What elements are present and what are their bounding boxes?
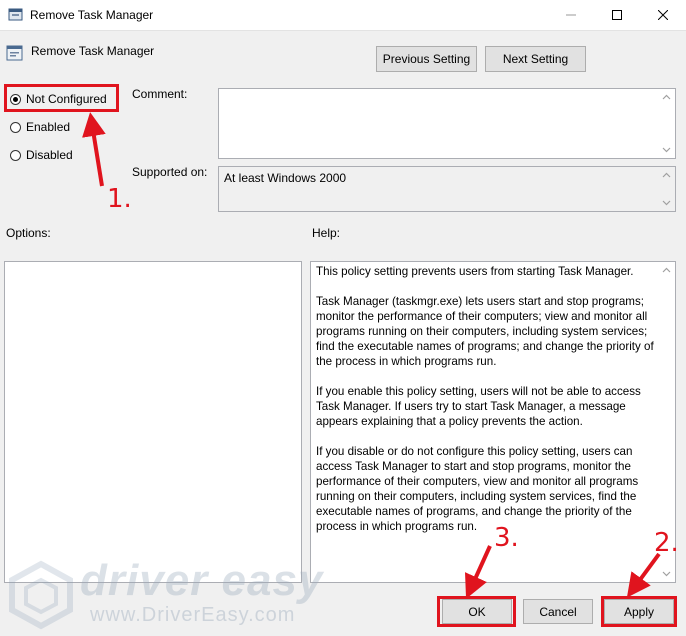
- arrow-step3: [465, 545, 492, 599]
- arrow-step1: [82, 112, 106, 187]
- annotation-step3: 3.: [494, 523, 519, 553]
- arrow-step2: [626, 552, 661, 598]
- annotation-step1: 1.: [107, 184, 132, 214]
- annotation-arrows: [82, 112, 661, 599]
- annotation-step2: 2.: [654, 528, 679, 558]
